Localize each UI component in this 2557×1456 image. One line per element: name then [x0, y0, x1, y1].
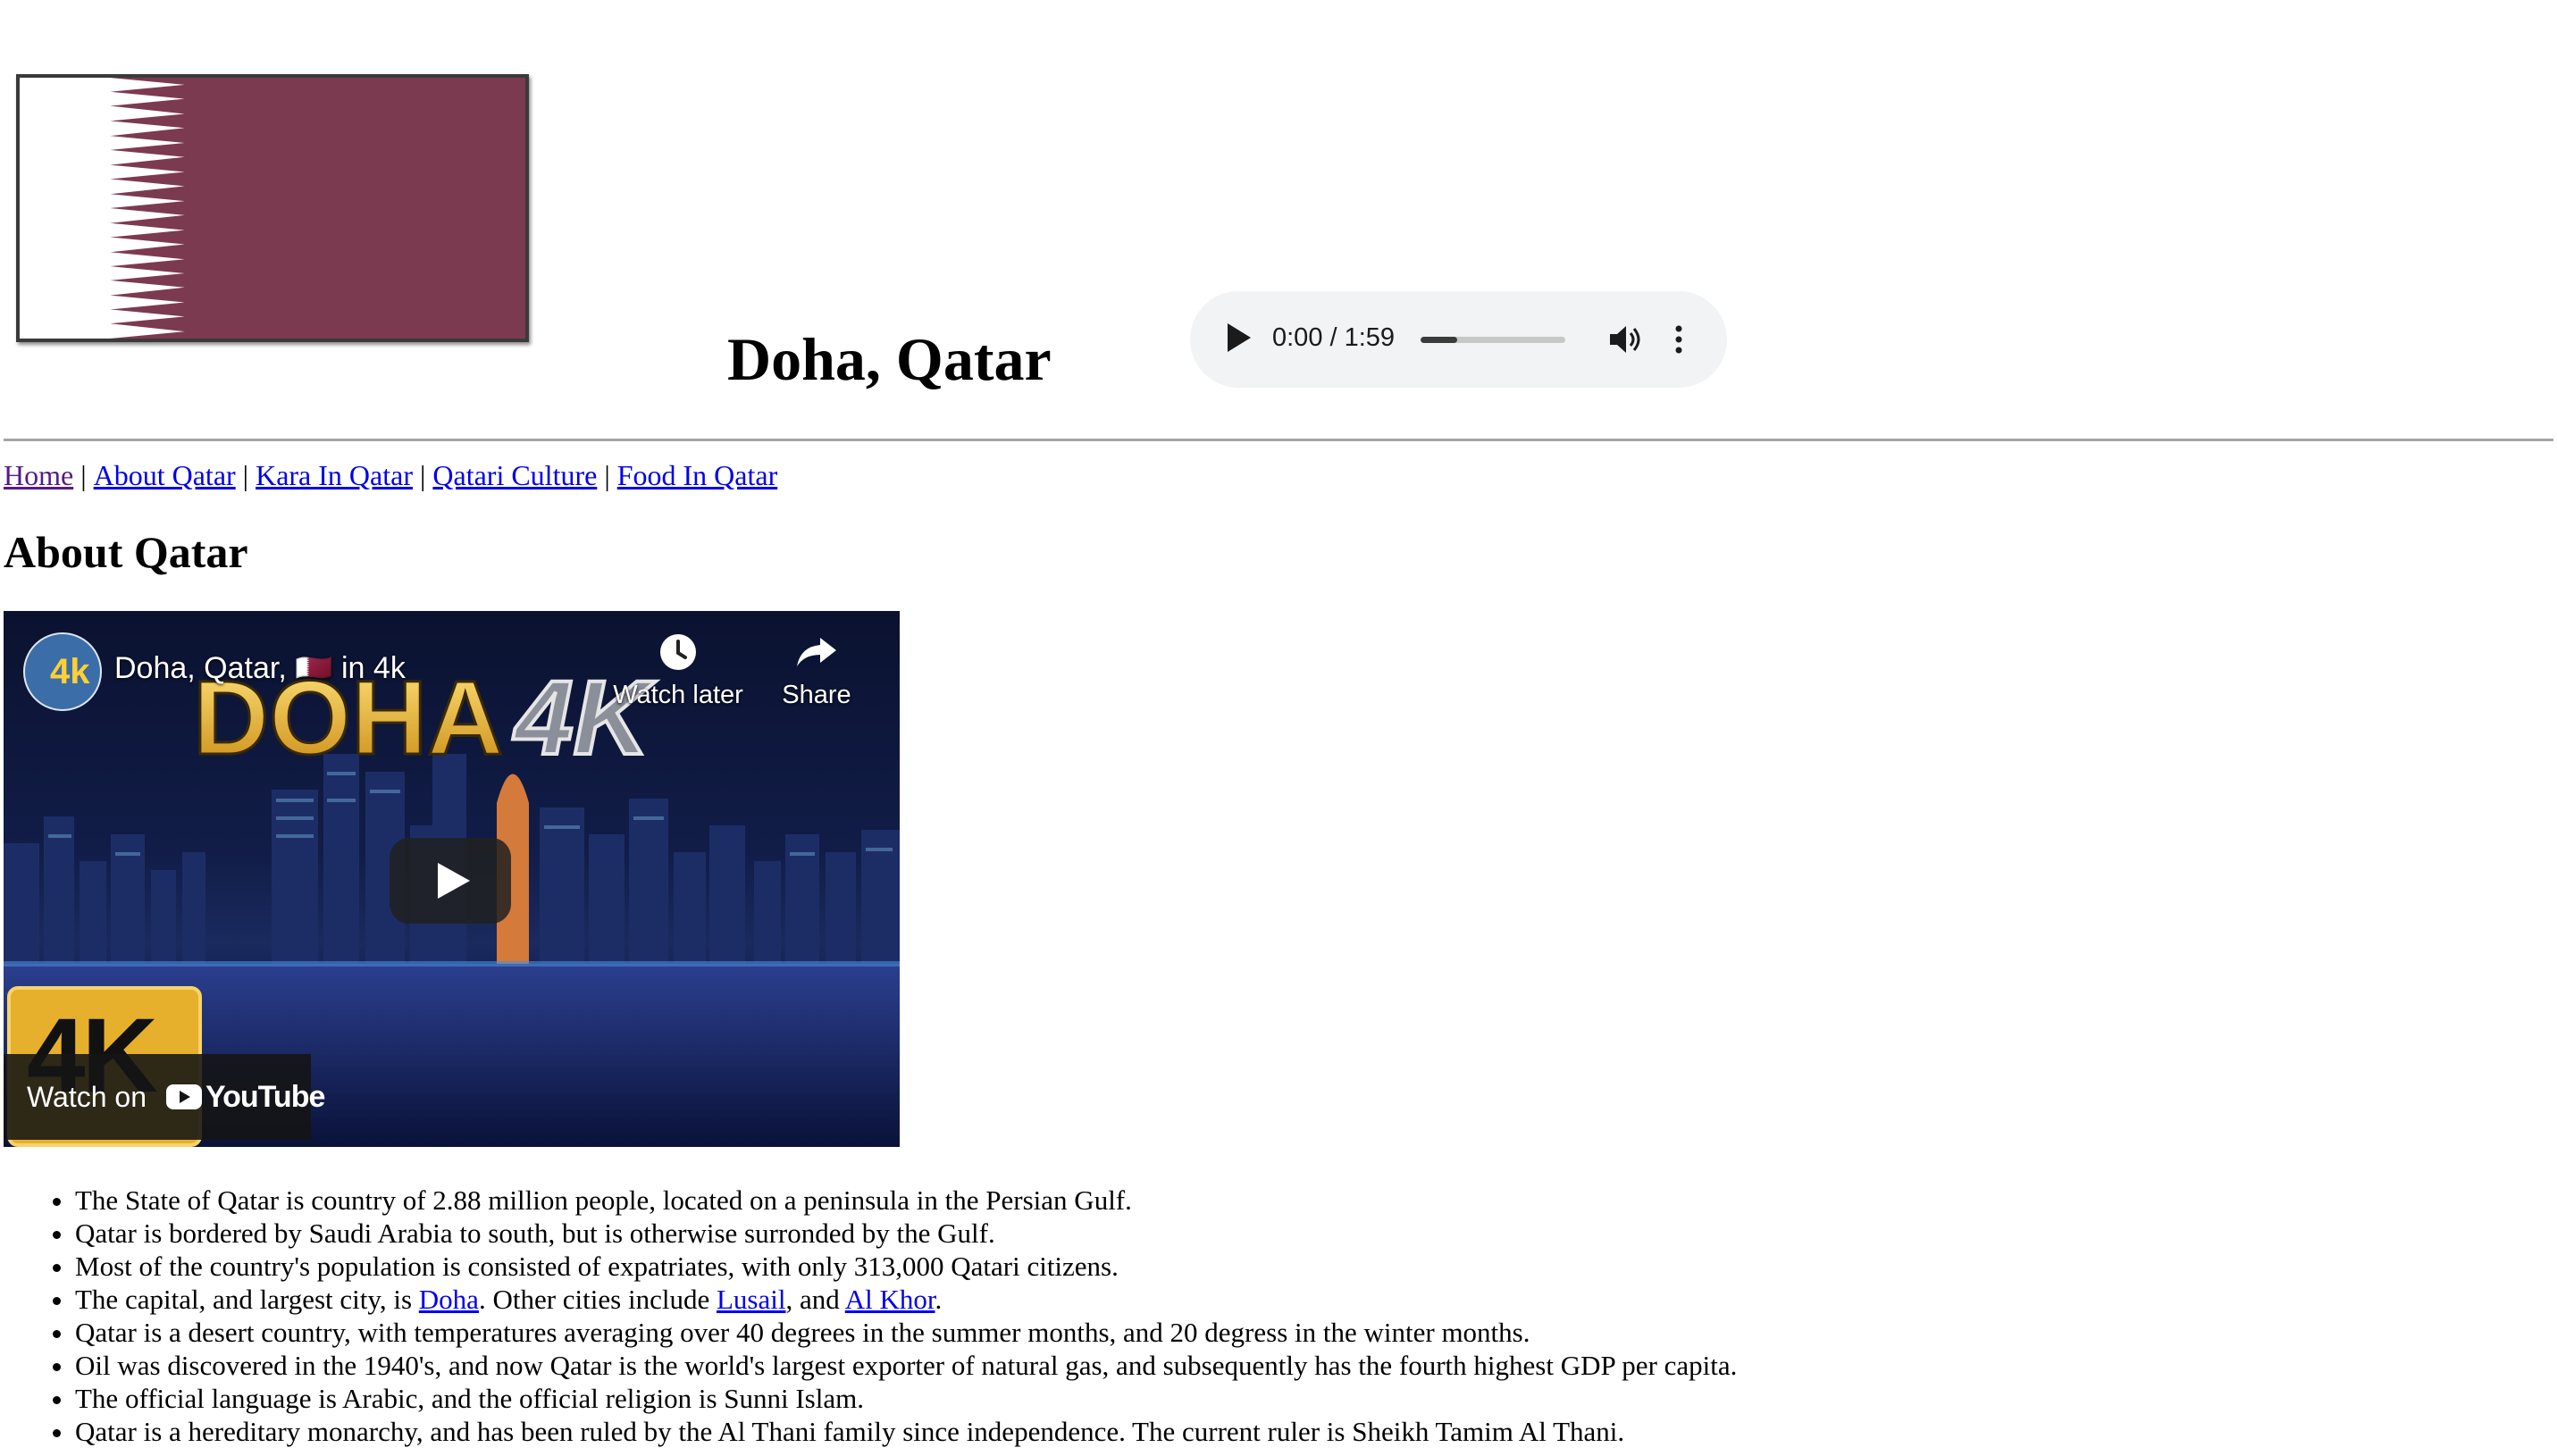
- qatar-flag-image: [16, 74, 529, 342]
- channel-avatar[interactable]: 4k: [23, 632, 102, 711]
- list-item: The State of Qatar is country of 2.88 mi…: [75, 1184, 2487, 1217]
- nav-separator: |: [80, 459, 87, 491]
- list-item: The capital, and largest city, is Doha. …: [75, 1283, 2487, 1316]
- more-options-icon[interactable]: [1673, 323, 1685, 356]
- nav-link-home[interactable]: Home: [4, 459, 73, 491]
- nav-separator: |: [604, 459, 610, 491]
- watch-later-label: Watch later: [613, 681, 743, 709]
- nav-separator: |: [419, 459, 426, 491]
- site-nav: Home | About Qatar | Kara In Qatar | Qatari Cu…: [4, 457, 777, 493]
- section-title: About Qatar: [4, 527, 248, 577]
- list-item-text: .: [935, 1284, 943, 1315]
- watch-later-button[interactable]: Watch later: [602, 632, 754, 710]
- list-item-text: The capital, and largest city, is: [75, 1284, 419, 1315]
- share-icon: [797, 638, 836, 666]
- facts-list: The State of Qatar is country of 2.88 mi…: [0, 1184, 2487, 1448]
- header-divider: [4, 439, 2553, 441]
- list-item-text: , and: [785, 1284, 845, 1315]
- link-al-khor[interactable]: Al Khor: [845, 1284, 935, 1315]
- link-lusail[interactable]: Lusail: [717, 1284, 786, 1315]
- nav-link-qatari-culture[interactable]: Qatari Culture: [432, 459, 597, 491]
- nav-link-kara-in-qatar[interactable]: Kara In Qatar: [256, 459, 413, 491]
- youtube-logo: YouTube: [165, 1079, 325, 1115]
- nav-separator: |: [242, 459, 249, 491]
- list-item: Oil was discovered in the 1940's, and no…: [75, 1349, 2487, 1382]
- nav-link-about-qatar[interactable]: About Qatar: [94, 459, 236, 491]
- link-doha[interactable]: Doha: [419, 1284, 479, 1315]
- list-item: Qatar is bordered by Saudi Arabia to sou…: [75, 1217, 2487, 1250]
- list-item: The official language is Arabic, and the…: [75, 1382, 2487, 1415]
- youtube-wordmark: YouTube: [205, 1079, 325, 1114]
- audio-player[interactable]: 0:00 / 1:59: [1190, 291, 1727, 388]
- play-icon[interactable]: [1228, 323, 1251, 352]
- list-item: Most of the country's population is cons…: [75, 1250, 2487, 1283]
- audio-time: 0:00 / 1:59: [1272, 323, 1396, 352]
- audio-seek-fill: [1421, 337, 1457, 343]
- share-button[interactable]: Share: [772, 632, 861, 710]
- list-item-text: . Other cities include: [478, 1284, 717, 1315]
- youtube-video-embed[interactable]: DOHA 4K 4k Doha, Qatar, 🇶🇦 in 4k Watch l…: [4, 611, 900, 1147]
- volume-icon[interactable]: [1608, 323, 1644, 356]
- qatar-flag-graphic: [20, 78, 525, 339]
- watch-on-label: Watch on: [27, 1080, 147, 1113]
- youtube-play-icon: [165, 1084, 202, 1109]
- audio-seek-bar[interactable]: [1421, 337, 1565, 343]
- page-title: Doha, Qatar: [727, 325, 1052, 393]
- video-play-button[interactable]: [390, 838, 511, 924]
- channel-avatar-text: 4k: [50, 652, 90, 691]
- share-label: Share: [782, 681, 851, 709]
- video-title[interactable]: Doha, Qatar, 🇶🇦 in 4k: [114, 650, 406, 686]
- list-item: Qatar is a hereditary monarchy, and has …: [75, 1415, 2487, 1448]
- clock-icon: [660, 634, 696, 670]
- watch-on-youtube-button[interactable]: Watch on YouTube: [4, 1054, 325, 1140]
- list-item: Qatar is a desert country, with temperat…: [75, 1316, 2487, 1349]
- nav-link-food-in-qatar[interactable]: Food In Qatar: [617, 459, 778, 491]
